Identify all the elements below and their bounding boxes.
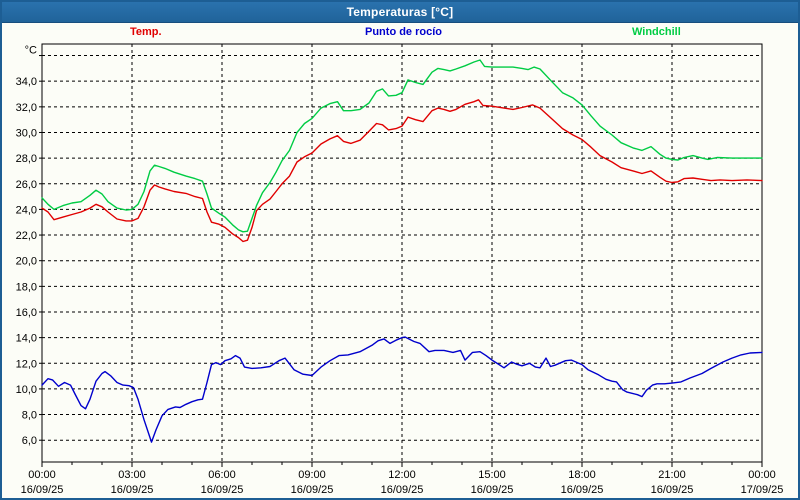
x-tick-time: 21:00 xyxy=(658,469,686,481)
y-tick-label: 8,0 xyxy=(22,410,37,422)
y-tick-label: 28,0 xyxy=(16,153,37,165)
y-tick-label: 32,0 xyxy=(16,102,37,114)
x-tick-date: 16/09/25 xyxy=(471,484,514,496)
x-tick-time: 06:00 xyxy=(208,469,236,481)
temperature-chart: 34,0 32,0 30,0 28,0 26,0 24,0 22,0 20,0 18,0 16,0… xyxy=(2,2,800,500)
x-tick-time: 00:00 xyxy=(748,469,776,481)
y-tick-label: 30,0 xyxy=(16,127,37,139)
y-tick-label: 6,0 xyxy=(22,435,37,447)
x-tick-time: 09:00 xyxy=(298,469,326,481)
y-tick-label: 20,0 xyxy=(16,256,37,268)
axis-labels: 34,0 32,0 30,0 28,0 26,0 24,0 22,0 20,0 18,0 16,0… xyxy=(16,45,784,496)
x-tick-time: 12:00 xyxy=(388,469,416,481)
x-tick-date: 16/09/25 xyxy=(561,484,604,496)
x-tick-time: 00:00 xyxy=(28,469,56,481)
x-tick-date: 16/09/25 xyxy=(201,484,244,496)
y-tick-label: 26,0 xyxy=(16,179,37,191)
y-tick-label: 14,0 xyxy=(16,333,37,345)
y-tick-label: 10,0 xyxy=(16,384,37,396)
y-tick-label: 18,0 xyxy=(16,281,37,293)
x-tick-date: 16/09/25 xyxy=(381,484,424,496)
x-tick-date: 17/09/25 xyxy=(741,484,784,496)
gridlines xyxy=(42,44,762,462)
x-tick-time: 18:00 xyxy=(568,469,596,481)
y-tick-label: 24,0 xyxy=(16,204,37,216)
x-tick-date: 16/09/25 xyxy=(651,484,694,496)
x-tick-date: 16/09/25 xyxy=(291,484,334,496)
x-tick-date: 16/09/25 xyxy=(21,484,64,496)
y-tick-label: 16,0 xyxy=(16,307,37,319)
x-tick-date: 16/09/25 xyxy=(111,484,154,496)
y-tick-label: 12,0 xyxy=(16,358,37,370)
x-tick-time: 15:00 xyxy=(478,469,506,481)
y-axis-unit: °C xyxy=(25,45,37,57)
y-tick-label: 22,0 xyxy=(16,230,37,242)
axes xyxy=(39,44,762,467)
y-tick-label: 34,0 xyxy=(16,76,37,88)
x-tick-time: 03:00 xyxy=(118,469,146,481)
app-window: Temperaturas [°C] Temp. Punto de rocío W… xyxy=(0,0,800,500)
